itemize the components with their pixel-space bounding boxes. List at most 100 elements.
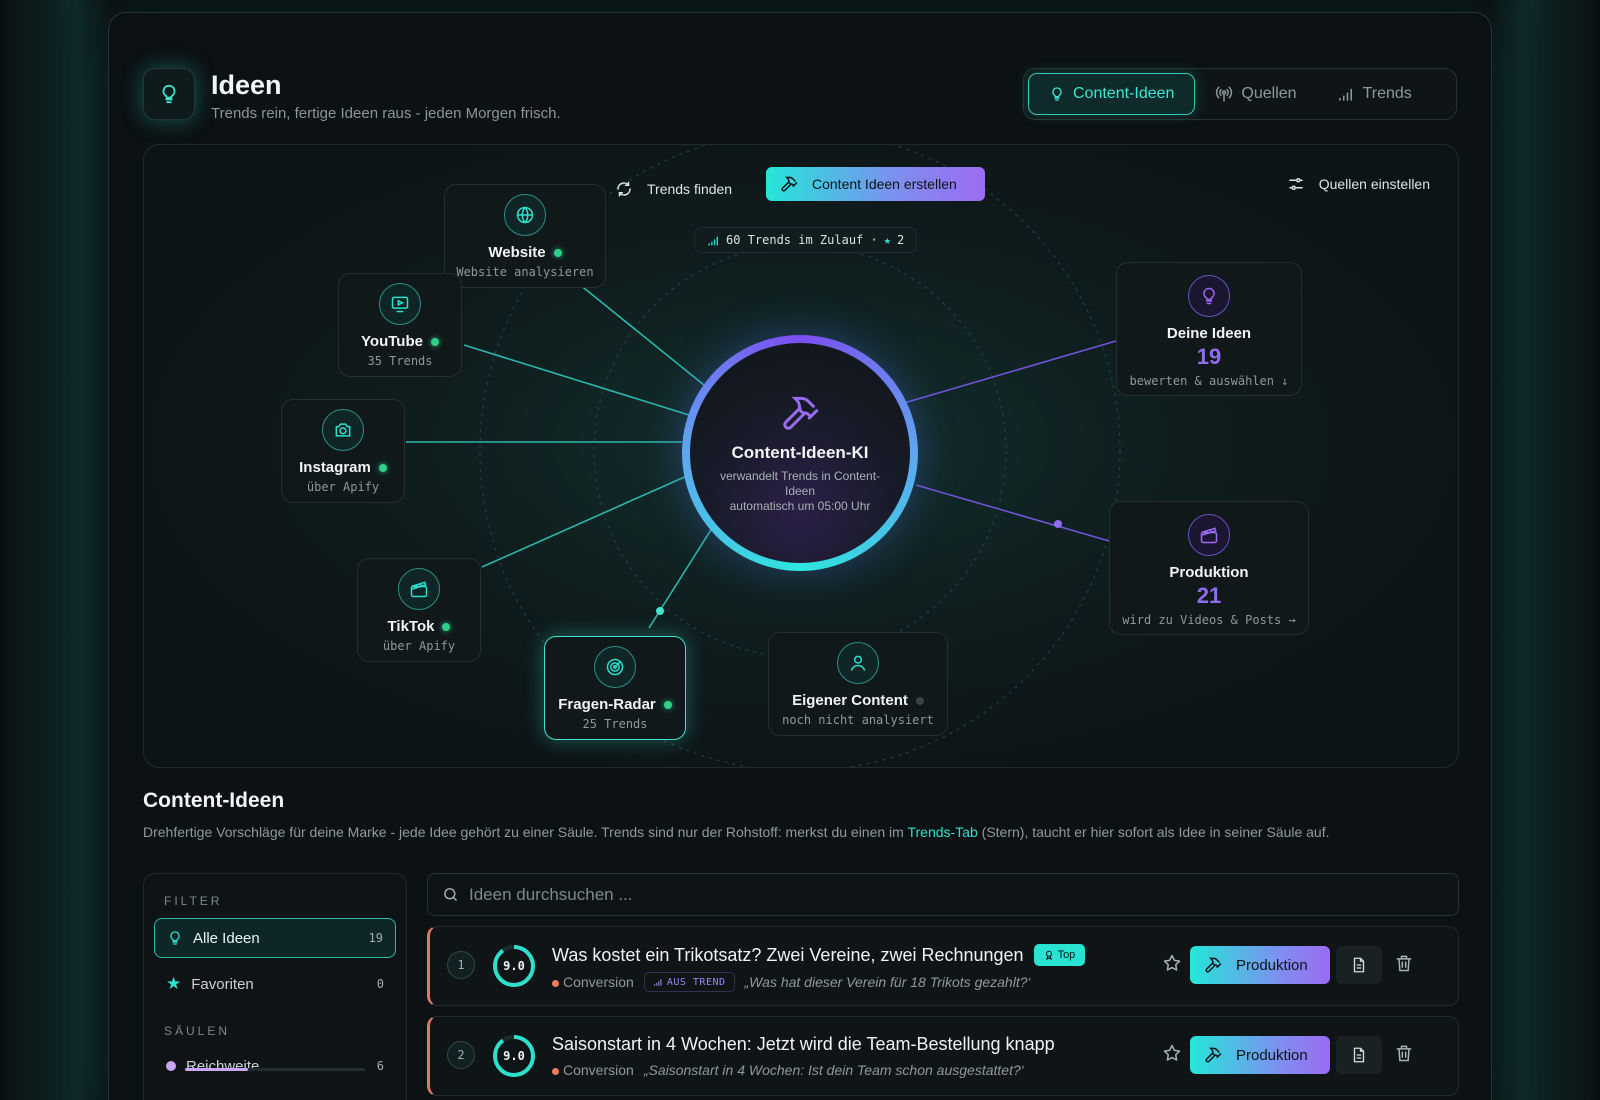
- page-subtitle: Trends rein, fertige Ideen raus - jeden …: [211, 105, 561, 122]
- source-node-eigener-content[interactable]: Eigener Content noch nicht analysiert: [768, 632, 948, 736]
- output-node-produktion[interactable]: Produktion 21 wird zu Videos & Posts →: [1109, 501, 1309, 635]
- camera-icon: [322, 409, 364, 451]
- section-description: Drehfertige Vorschläge für deine Marke -…: [143, 822, 1443, 842]
- trash-icon[interactable]: [1394, 953, 1414, 978]
- tab-label: Trends: [1362, 85, 1412, 102]
- idea-rank: 2: [447, 1041, 475, 1069]
- source-node-tiktok[interactable]: TikTok über Apify: [357, 558, 481, 662]
- source-node-fragen-radar[interactable]: Fragen-Radar 25 Trends: [544, 636, 686, 740]
- output-node-deine-ideen[interactable]: Deine Ideen 19 bewerten & auswählen ↓: [1116, 262, 1302, 396]
- configure-sources-label: Quellen einstellen: [1318, 176, 1430, 192]
- score-ring: 9.0: [492, 1034, 536, 1078]
- node-sub: über Apify: [306, 480, 380, 494]
- ideas-count: 19: [1196, 344, 1222, 369]
- star-icon: ★: [883, 233, 891, 247]
- tab-quellen[interactable]: Quellen: [1195, 73, 1316, 115]
- pillar-share-fill: [185, 1068, 248, 1071]
- user-icon: [837, 642, 879, 684]
- filter-label: Favoriten: [191, 975, 254, 993]
- document-icon[interactable]: [1336, 946, 1382, 984]
- tab-trends[interactable]: Trends: [1317, 73, 1432, 115]
- hammer-icon: [1205, 1047, 1222, 1063]
- filter-label: Alle Ideen: [193, 929, 260, 947]
- hammer-icon: [1205, 957, 1222, 973]
- send-to-production-button[interactable]: Produktion: [1190, 946, 1330, 984]
- idea-row[interactable]: 2 9.0 Saisonstart in 4 Wochen: Jetzt wir…: [427, 1016, 1459, 1096]
- category-text: Conversion: [563, 974, 634, 990]
- starred-count: 2: [896, 233, 905, 247]
- favorite-star-icon[interactable]: [1162, 953, 1182, 978]
- status-dot: [442, 622, 451, 631]
- trends-tab-link[interactable]: Trends-Tab: [907, 824, 977, 840]
- score-ring: 9.0: [492, 944, 536, 988]
- status-dot: [430, 337, 439, 346]
- page-header: Ideen Trends rein, fertige Ideen raus - …: [143, 68, 1457, 128]
- node-name: TikTok: [387, 618, 435, 635]
- idea-hook: „Saisonstart in 4 Wochen: Ist dein Team …: [643, 1062, 1024, 1078]
- content-ideen-ki-core: Content-Ideen-KI verwandelt Trends in Co…: [682, 335, 918, 571]
- trend-inflow-text: 60 Trends im Zulauf ·: [726, 233, 878, 247]
- favorite-star-icon[interactable]: [1162, 1043, 1182, 1068]
- filter-panel: FILTER Alle Ideen 19 ★ Favoriten 0 SÄULE…: [143, 873, 407, 1100]
- refresh-icon: [617, 181, 631, 197]
- hammer-icon: [783, 396, 819, 430]
- lightbulb-icon: [170, 931, 180, 945]
- create-ideas-label: Content Ideen erstellen: [812, 176, 957, 192]
- configure-sources-button[interactable]: Quellen einstellen: [1287, 167, 1430, 201]
- find-trends-label: Trends finden: [647, 181, 733, 197]
- category-text: Conversion: [563, 1062, 634, 1078]
- status-dot: [553, 248, 562, 257]
- section-title: Content-Ideen: [143, 789, 285, 812]
- filter-all-ideas[interactable]: Alle Ideen 19: [154, 918, 396, 958]
- signal-bars-icon: [708, 236, 718, 246]
- tab-label: Content-Ideen: [1073, 85, 1175, 102]
- page-title: Ideen: [211, 70, 282, 100]
- source-node-instagram[interactable]: Instagram über Apify: [281, 399, 405, 503]
- source-node-youtube[interactable]: YouTube 35 Trends: [338, 273, 462, 377]
- clapperboard-icon: [398, 568, 440, 610]
- filter-count: 6: [376, 1059, 384, 1073]
- filter-pillar-reichweite[interactable]: Reichweite 6: [154, 1046, 396, 1086]
- idea-rank: 1: [447, 951, 475, 979]
- filter-label: Reichweite: [186, 1057, 260, 1075]
- production-count: 21: [1196, 583, 1222, 608]
- send-to-production-button[interactable]: Produktion: [1190, 1036, 1330, 1074]
- node-name: Fragen-Radar: [558, 696, 656, 713]
- top-badge-label: Top: [1057, 949, 1076, 961]
- tab-content-ideen[interactable]: Content-Ideen: [1028, 73, 1196, 115]
- pillar-share-bar: [185, 1068, 365, 1071]
- idea-row[interactable]: 1 9.0 Was kostet ein Trikotsatz? Zwei Ve…: [427, 926, 1459, 1006]
- create-ideas-button[interactable]: Content Ideen erstellen: [766, 167, 985, 201]
- from-trend-text: AUS TREND: [666, 976, 726, 988]
- find-trends-button[interactable]: Trends finden: [615, 172, 732, 206]
- award-icon: [1045, 950, 1052, 960]
- video-icon: [379, 283, 421, 325]
- production-label: Produktion: [1236, 1046, 1308, 1064]
- category-dot: [552, 980, 559, 987]
- view-tabs: Content-Ideen Quellen Trends: [1023, 68, 1457, 120]
- core-schedule: automatisch um 05:00 Uhr: [729, 498, 871, 513]
- filter-heading: FILTER: [164, 894, 223, 908]
- app-window: Ideen Trends rein, fertige Ideen raus - …: [108, 12, 1492, 1100]
- trash-icon[interactable]: [1394, 1043, 1414, 1068]
- document-icon[interactable]: [1336, 1036, 1382, 1074]
- tab-label: Quellen: [1241, 85, 1297, 102]
- search-bar: [427, 873, 1459, 916]
- top-badge: Top: [1033, 944, 1086, 966]
- search-input[interactable]: [469, 884, 1369, 905]
- broadcast-icon: [1216, 86, 1233, 102]
- background-glow-left: [0, 0, 110, 1100]
- filter-favorites[interactable]: ★ Favoriten 0: [154, 964, 396, 1004]
- node-sub: bewerten & auswählen ↓: [1129, 374, 1289, 388]
- category-label: Conversion: [552, 1062, 634, 1078]
- idea-hook: „Was hat dieser Verein für 18 Trikots ge…: [744, 974, 1031, 990]
- hammer-icon: [781, 176, 798, 192]
- core-subtitle: verwandelt Trends in Content-Ideen: [719, 468, 881, 498]
- desc-text: (Stern), taucht er hier sofort als Idee …: [977, 824, 1330, 840]
- background-glow-right: [1490, 0, 1600, 1100]
- source-node-website[interactable]: Website Website analysieren: [444, 184, 606, 288]
- lightbulb-icon: [143, 68, 195, 120]
- node-name: Deine Ideen: [1166, 325, 1252, 342]
- lightbulb-icon: [1188, 275, 1230, 317]
- trend-inflow-chip: 60 Trends im Zulauf · ★ 2: [694, 227, 918, 253]
